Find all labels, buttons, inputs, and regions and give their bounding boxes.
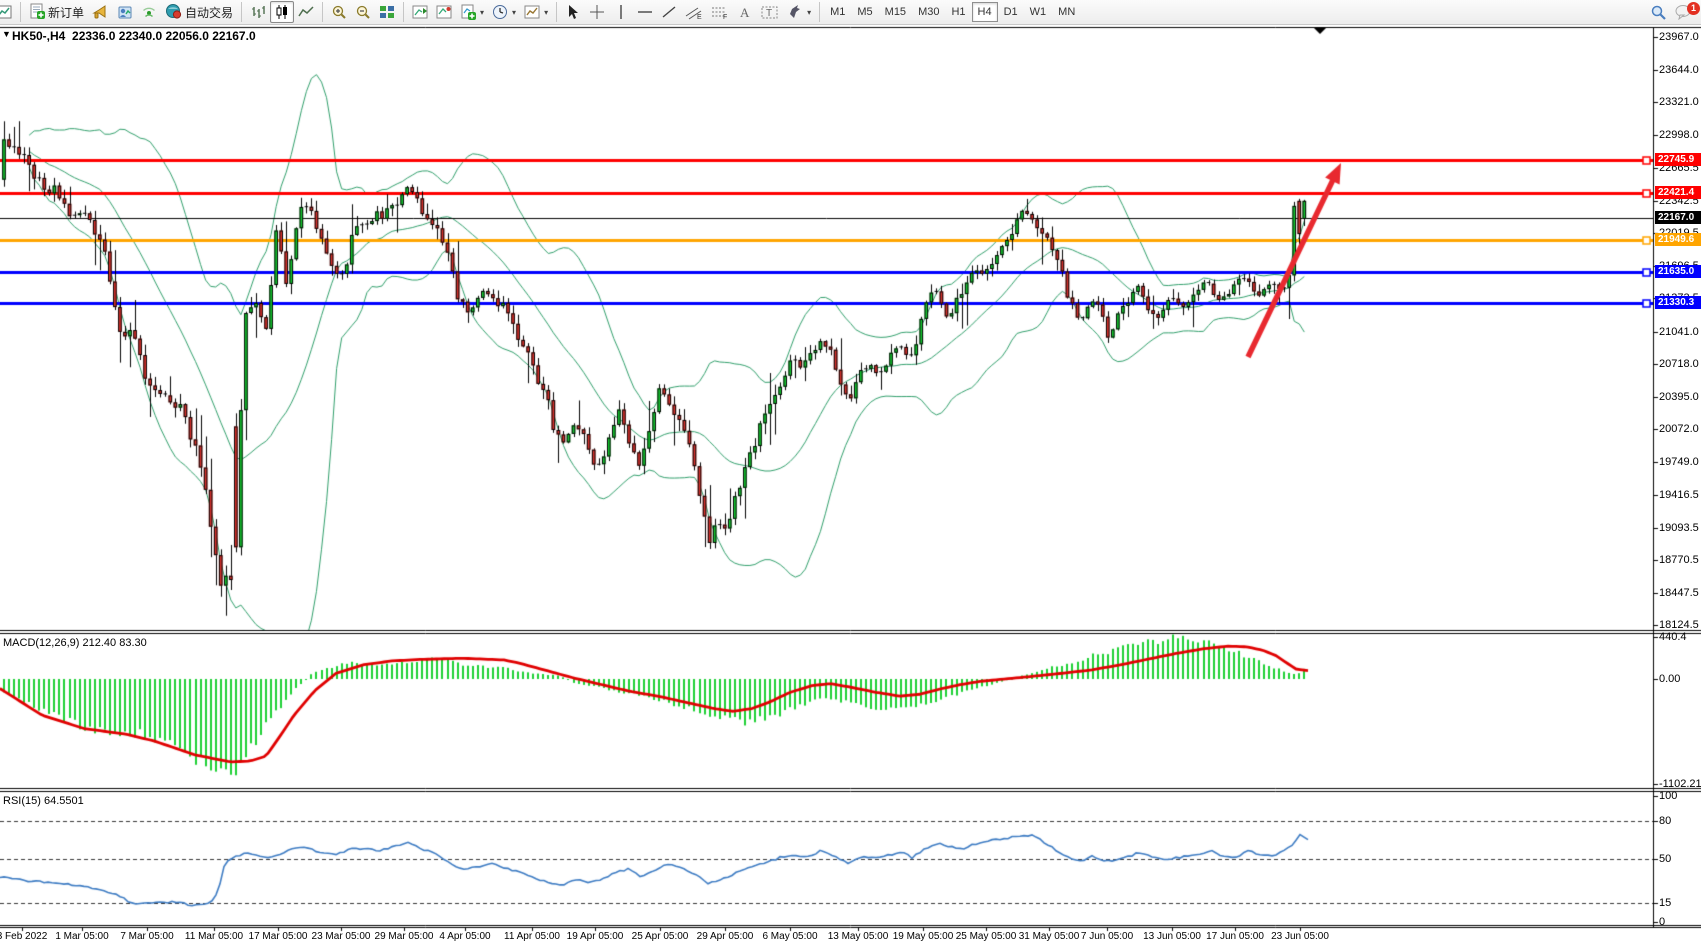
- chat-badge: 1: [1687, 2, 1700, 15]
- vertical-line-tool-icon[interactable]: [609, 1, 633, 23]
- chart-shift-icon[interactable]: [432, 1, 456, 23]
- separator: [556, 2, 557, 22]
- svg-text:A: A: [740, 5, 750, 20]
- auto-trade-icon: [165, 3, 182, 22]
- timeframe-button-m15[interactable]: M15: [879, 2, 912, 22]
- dropdown-arrow-icon: ▾: [544, 8, 548, 17]
- svg-text:E: E: [697, 14, 702, 20]
- channel-tool-icon[interactable]: E: [681, 1, 707, 23]
- price-level-tag[interactable]: 22745.9: [1655, 153, 1701, 166]
- timeframe-button-d1[interactable]: D1: [998, 2, 1024, 22]
- price-level-tag[interactable]: 22167.0: [1655, 211, 1701, 224]
- search-icon[interactable]: [1646, 1, 1671, 23]
- separator: [241, 2, 242, 22]
- separator: [403, 2, 404, 22]
- templates-button[interactable]: ▾: [520, 1, 552, 23]
- arrows-tool-button[interactable]: ▾: [783, 1, 815, 23]
- new-order-button[interactable]: 新订单: [25, 1, 88, 23]
- chat-icon[interactable]: 1: [1671, 1, 1697, 23]
- text-label-tool-icon[interactable]: T: [757, 1, 783, 23]
- fibonacci-tool-icon[interactable]: F: [707, 1, 733, 23]
- new-order-icon: [29, 3, 45, 22]
- separator: [819, 2, 820, 22]
- account-report-icon[interactable]: [113, 1, 137, 23]
- new-order-label: 新订单: [48, 4, 84, 21]
- separator: [20, 2, 21, 22]
- timeframe-button-w1[interactable]: W1: [1024, 2, 1053, 22]
- line-chart-mode-icon[interactable]: [294, 1, 318, 23]
- price-level-tag[interactable]: 21330.3: [1655, 296, 1701, 309]
- timeframe-group: M1M5M15M30H1H4D1W1MN: [824, 2, 1081, 22]
- text-tool-icon[interactable]: A: [733, 1, 757, 23]
- horizontal-line-tool-icon[interactable]: [633, 1, 657, 23]
- periods-button[interactable]: ▾: [488, 1, 520, 23]
- trendline-tool-icon[interactable]: [657, 1, 681, 23]
- price-level-tag[interactable]: 22421.4: [1655, 186, 1701, 199]
- dropdown-arrow-icon: ▾: [512, 8, 516, 17]
- price-level-tag[interactable]: 21949.6: [1655, 233, 1701, 246]
- timeframe-button-h1[interactable]: H1: [945, 2, 971, 22]
- cursor-tool-icon[interactable]: [561, 1, 585, 23]
- auto-scroll-icon[interactable]: [408, 1, 432, 23]
- timeframe-button-m1[interactable]: M1: [824, 2, 851, 22]
- dropdown-arrow-icon: ▾: [807, 8, 811, 17]
- candlestick-mode-icon[interactable]: [270, 1, 294, 23]
- horn-icon[interactable]: [88, 1, 113, 23]
- crosshair-tool-icon[interactable]: [585, 1, 609, 23]
- chart-canvas[interactable]: [0, 0, 1701, 945]
- timeframe-button-h4[interactable]: H4: [972, 2, 998, 22]
- price-level-tag[interactable]: 21635.0: [1655, 265, 1701, 278]
- zoom-out-icon[interactable]: [351, 1, 375, 23]
- timeframe-button-m30[interactable]: M30: [912, 2, 945, 22]
- separator: [322, 2, 323, 22]
- dropdown-arrow-icon: ▾: [480, 8, 484, 17]
- zoom-in-icon[interactable]: [327, 1, 351, 23]
- add-indicator-button[interactable]: ▾: [456, 1, 488, 23]
- tile-windows-icon[interactable]: [375, 1, 399, 23]
- timeframe-button-mn[interactable]: MN: [1052, 2, 1081, 22]
- auto-trade-button[interactable]: 自动交易: [161, 1, 237, 23]
- bar-chart-mode-icon[interactable]: [246, 1, 270, 23]
- main-toolbar: 新订单 自动交易 ▾ ▾: [0, 0, 1701, 25]
- timeframe-button-m5[interactable]: M5: [851, 2, 878, 22]
- svg-text:F: F: [723, 14, 727, 20]
- chart-window-icon[interactable]: [0, 1, 16, 23]
- svg-text:T: T: [766, 8, 772, 19]
- signals-icon[interactable]: [137, 1, 161, 23]
- auto-trade-label: 自动交易: [185, 4, 233, 21]
